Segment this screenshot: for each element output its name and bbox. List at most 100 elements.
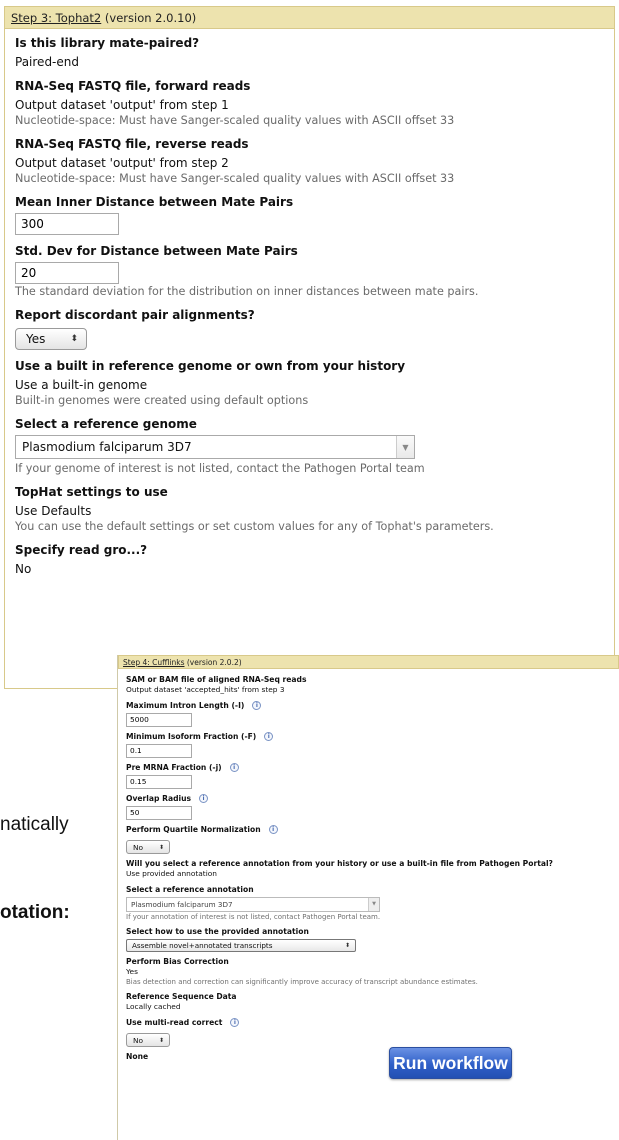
slide-text-fragment-2: otation: [0, 902, 70, 923]
updown-icon: ⬍ [158, 1036, 164, 1044]
pre-mrna-section: Pre MRNA Fraction (-j) i [126, 762, 619, 789]
discordant-label: Report discordant pair alignments? [15, 308, 255, 322]
ref-annotation-label: Select a reference annotation [126, 884, 254, 894]
std-dev-section: Std. Dev for Distance between Mate Pairs… [15, 243, 614, 299]
last-section: None [126, 1051, 619, 1062]
read-group-section: Specify read gro...? No [15, 542, 614, 577]
ref-seq-label: Reference Sequence Data [126, 992, 237, 1001]
ref-genome-help: If your genome of interest is not listed… [15, 462, 425, 475]
builtin-ref-section: Use a built in reference genome or own f… [15, 358, 614, 408]
dropdown-arrow-icon[interactable]: ▼ [396, 436, 414, 458]
min-isoform-label: Minimum Isoform Fraction (-F) [126, 731, 257, 741]
ref-seq-value: Locally cached [126, 1002, 181, 1011]
ref-genome-combobox[interactable]: Plasmodium falciparum 3D7 ▼ [15, 435, 415, 459]
settings-label: TopHat settings to use [15, 485, 168, 499]
overlap-radius-input[interactable] [126, 805, 192, 820]
max-intron-input[interactable] [126, 712, 192, 727]
settings-value: Use Defaults [15, 504, 92, 518]
discordant-select-value: Yes [26, 332, 46, 346]
last-value: None [126, 1052, 149, 1061]
info-icon[interactable]: i [252, 700, 262, 710]
mean-inner-distance-label: Mean Inner Distance between Mate Pairs [15, 195, 294, 209]
use-annotation-select[interactable]: Assemble novel+annotated transcripts ⬍ [126, 938, 356, 952]
ref-annotation-choice-label: Will you select a reference annotation f… [126, 859, 553, 868]
pre-mrna-input[interactable] [126, 774, 192, 789]
use-annotation-section: Select how to use the provided annotatio… [126, 926, 619, 952]
use-annotation-label: Select how to use the provided annotatio… [126, 926, 309, 936]
tophat-version: (version 2.0.10) [104, 11, 197, 25]
info-icon[interactable]: i [230, 1017, 240, 1027]
bias-correction-label: Perform Bias Correction [126, 956, 229, 966]
mean-inner-distance-section: Mean Inner Distance between Mate Pairs [15, 194, 614, 235]
info-icon[interactable]: i [199, 793, 209, 803]
pre-mrna-label: Pre MRNA Fraction (-j) [126, 762, 222, 772]
min-isoform-input[interactable] [126, 743, 192, 758]
bias-correction-help: Bias detection and correction can signif… [126, 978, 478, 986]
quartile-select-value: No [133, 842, 144, 852]
mate-paired-section: Is this library mate-paired? Paired-end [15, 35, 614, 70]
cufflinks-step-panel: Step 4: Cufflinks (version 2.0.2) SAM or… [117, 655, 619, 1140]
run-workflow-button[interactable]: Run workflow [389, 1047, 512, 1079]
info-icon[interactable]: i [268, 824, 278, 834]
std-dev-help: The standard deviation for the distribut… [15, 285, 479, 298]
bias-correction-value: Yes [126, 966, 138, 976]
ref-seq-section: Reference Sequence Data Locally cached [126, 991, 619, 1013]
read-group-label: Specify read gro...? [15, 543, 148, 557]
updown-icon: ⬍ [158, 843, 164, 851]
forward-reads-label: RNA-Seq FASTQ file, forward reads [15, 79, 251, 93]
multi-read-section: Use multi-read correct i No ⬍ [126, 1017, 619, 1047]
ref-genome-section: Select a reference genome Plasmodium fal… [15, 416, 614, 476]
quartile-label: Perform Quartile Normalization [126, 824, 261, 834]
ref-annotation-section: Select a reference annotation Plasmodium… [126, 884, 619, 922]
mean-inner-distance-input[interactable] [15, 213, 119, 235]
cufflinks-version: (version 2.0.2) [186, 658, 242, 667]
builtin-ref-help: Built-in genomes were created using defa… [15, 394, 309, 407]
quartile-section: Perform Quartile Normalization i No ⬍ [126, 824, 619, 854]
reverse-reads-help: Nucleotide-space: Must have Sanger-scale… [15, 172, 455, 185]
dropdown-arrow-icon[interactable]: ▼ [368, 897, 379, 911]
forward-reads-section: RNA-Seq FASTQ file, forward reads Output… [15, 78, 614, 128]
std-dev-label: Std. Dev for Distance between Mate Pairs [15, 244, 298, 258]
ref-genome-label: Select a reference genome [15, 417, 197, 431]
ref-genome-value: Plasmodium falciparum 3D7 [22, 440, 192, 454]
read-group-value: No [15, 562, 32, 576]
sam-bam-value: Output dataset 'accepted_hits' from step… [126, 685, 285, 694]
reverse-reads-section: RNA-Seq FASTQ file, reverse reads Output… [15, 136, 614, 186]
discordant-select[interactable]: Yes ⬍ [15, 328, 87, 350]
reverse-reads-value: Output dataset 'output' from step 2 [15, 156, 229, 170]
overlap-radius-section: Overlap Radius i [126, 793, 619, 820]
multi-read-select-value: No [133, 1035, 144, 1045]
ref-annotation-choice-section: Will you select a reference annotation f… [126, 858, 619, 880]
settings-section: TopHat settings to use Use Defaults You … [15, 484, 614, 534]
cufflinks-step-link[interactable]: Step 4: Cufflinks [123, 658, 184, 667]
ref-annotation-combobox[interactable]: Plasmodium falciparum 3D7 ▼ [126, 896, 380, 912]
reverse-reads-label: RNA-Seq FASTQ file, reverse reads [15, 137, 249, 151]
multi-read-label: Use multi-read correct [126, 1017, 223, 1027]
sam-bam-section: SAM or BAM file of aligned RNA-Seq reads… [126, 674, 619, 696]
ref-annotation-help: If your annotation of interest is not li… [126, 912, 381, 921]
ref-annotation-choice-value: Use provided annotation [126, 869, 217, 878]
builtin-ref-value: Use a built-in genome [15, 378, 148, 392]
info-icon[interactable]: i [264, 731, 274, 741]
updown-icon: ⬍ [344, 941, 350, 949]
tophat-step-panel: Step 3: Tophat2 (version 2.0.10) Is this… [4, 6, 615, 689]
quartile-select[interactable]: No ⬍ [126, 840, 170, 854]
std-dev-input[interactable] [15, 262, 119, 284]
info-icon[interactable]: i [229, 762, 239, 772]
forward-reads-value: Output dataset 'output' from step 1 [15, 98, 229, 112]
max-intron-label: Maximum Intron Length (-I) [126, 700, 245, 710]
forward-reads-help: Nucleotide-space: Must have Sanger-scale… [15, 114, 455, 127]
ref-annotation-value: Plasmodium falciparum 3D7 [131, 899, 233, 909]
overlap-radius-label: Overlap Radius [126, 793, 192, 803]
max-intron-section: Maximum Intron Length (-I) i [126, 700, 619, 727]
bias-correction-section: Perform Bias Correction Yes Bias detecti… [126, 956, 619, 988]
tophat-step-link[interactable]: Step 3: Tophat2 [11, 11, 101, 25]
settings-help: You can use the default settings or set … [15, 520, 494, 533]
cufflinks-step-header: Step 4: Cufflinks (version 2.0.2) [118, 655, 619, 669]
sam-bam-label: SAM or BAM file of aligned RNA-Seq reads [126, 675, 307, 684]
mate-paired-value: Paired-end [15, 55, 79, 69]
multi-read-select[interactable]: No ⬍ [126, 1033, 170, 1047]
builtin-ref-label: Use a built in reference genome or own f… [15, 359, 406, 373]
slide-text-fragment-1: natically [0, 814, 69, 835]
tophat-step-header: Step 3: Tophat2 (version 2.0.10) [5, 7, 614, 29]
